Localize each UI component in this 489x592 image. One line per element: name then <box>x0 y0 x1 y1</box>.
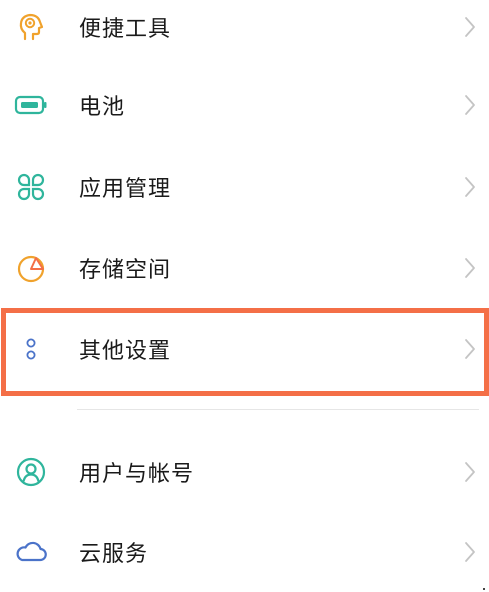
settings-item-label: 其他设置 <box>79 339 172 364</box>
chevron-right-icon <box>465 339 475 359</box>
storage-icon <box>13 250 49 286</box>
convenience-tools-icon <box>13 9 49 45</box>
settings-item-label: 用户与帐号 <box>79 462 195 487</box>
settings-item-battery[interactable]: 电池 <box>0 75 489 135</box>
chevron-right-icon <box>465 17 475 37</box>
settings-item-label: 应用管理 <box>79 177 172 202</box>
settings-item-label: 电池 <box>79 95 126 120</box>
chevron-right-icon <box>465 95 475 115</box>
settings-item-app-management[interactable]: 应用管理 <box>0 157 489 217</box>
user-account-icon <box>13 454 49 490</box>
chevron-right-icon <box>465 462 475 482</box>
settings-item-label: 便捷工具 <box>79 17 172 42</box>
more-settings-icon <box>13 331 49 367</box>
chevron-right-icon <box>465 258 475 278</box>
settings-item-storage[interactable]: 存储空间 <box>0 238 489 298</box>
settings-item-label: 云服务 <box>79 542 149 567</box>
section-divider <box>77 409 479 410</box>
cloud-icon <box>13 534 49 570</box>
settings-item-convenience-tools[interactable]: 便捷工具 <box>0 0 489 57</box>
battery-icon <box>13 87 49 123</box>
settings-item-cloud-service[interactable]: 云服务 <box>0 522 489 582</box>
chevron-right-icon <box>465 542 475 562</box>
corner-dot <box>483 588 485 590</box>
chevron-right-icon <box>465 177 475 197</box>
app-management-icon <box>13 169 49 205</box>
settings-item-label: 存储空间 <box>79 258 172 283</box>
settings-item-user-account[interactable]: 用户与帐号 <box>0 442 489 502</box>
settings-item-more-settings[interactable]: 其他设置 <box>0 319 489 379</box>
